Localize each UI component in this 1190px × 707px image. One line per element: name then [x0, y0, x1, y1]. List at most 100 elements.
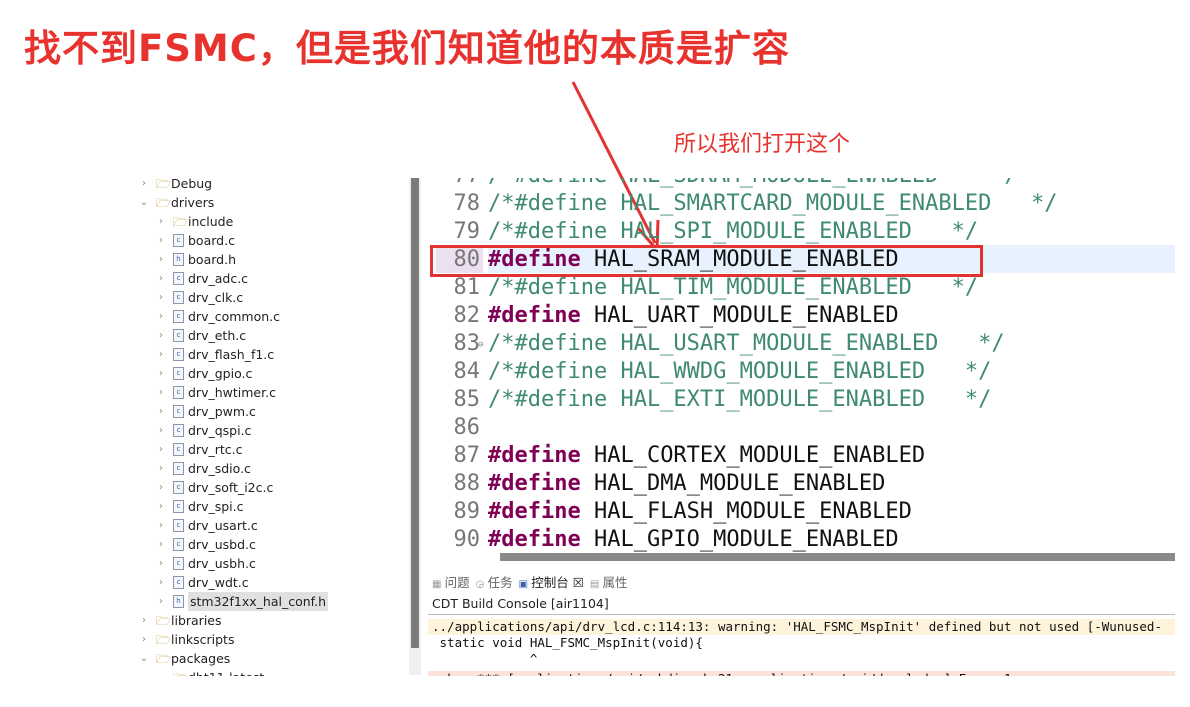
- chevron-right-icon[interactable]: ›: [155, 516, 167, 535]
- code-line[interactable]: /*#define HAL_SPI_MODULE_ENABLED */: [488, 218, 978, 246]
- tree-item[interactable]: › c drv_gpio.c: [155, 364, 252, 383]
- line-number: 83: [453, 331, 481, 356]
- chevron-right-icon[interactable]: ›: [155, 554, 167, 573]
- tree-item[interactable]: › 🗁 include: [155, 212, 233, 231]
- chevron-right-icon[interactable]: ›: [155, 497, 167, 516]
- editor-horizontal-scrollbar[interactable]: [500, 553, 1175, 561]
- tree-item[interactable]: ⌄ 🗁 drivers: [138, 193, 215, 212]
- code-line[interactable]: #define HAL_UART_MODULE_ENABLED: [488, 302, 899, 330]
- chevron-right-icon[interactable]: ›: [155, 440, 167, 459]
- tree-item[interactable]: › 🗁 libraries: [138, 611, 222, 630]
- chevron-right-icon[interactable]: ›: [155, 231, 167, 250]
- tree-item[interactable]: › c drv_qspi.c: [155, 421, 251, 440]
- chevron-down-icon[interactable]: ⌄: [138, 193, 150, 212]
- chevron-right-icon[interactable]: ›: [155, 402, 167, 421]
- line-number: 89: [453, 499, 481, 524]
- code-line[interactable]: #define HAL_FLASH_MODULE_ENABLED: [488, 498, 912, 526]
- tree-item[interactable]: › c drv_usart.c: [155, 516, 258, 535]
- tree-item-label: board.h: [188, 252, 236, 267]
- code-line[interactable]: #define HAL_GPIO_MODULE_ENABLED: [488, 526, 899, 554]
- chevron-right-icon[interactable]: ›: [138, 174, 150, 193]
- chevron-right-icon[interactable]: ›: [155, 478, 167, 497]
- line-number: 78: [453, 191, 481, 216]
- tree-item-label: board.c: [188, 233, 235, 248]
- tree-item[interactable]: ⌄ 🗁dht11-latest: [155, 668, 265, 676]
- tree-item-label: drv_usart.c: [188, 518, 258, 533]
- tree-item[interactable]: › c drv_soft_i2c.c: [155, 478, 273, 497]
- tree-item[interactable]: › c drv_spi.c: [155, 497, 244, 516]
- c-file-icon: c: [173, 462, 184, 475]
- annotation-highlight-box: [430, 245, 983, 277]
- line-number: 90: [453, 527, 481, 552]
- chevron-right-icon[interactable]: ›: [155, 307, 167, 326]
- code-line[interactable]: #define HAL_DMA_MODULE_ENABLED: [488, 470, 885, 498]
- code-line[interactable]: /*#define HAL_SDRAM_MODULE_ENABLED */: [488, 178, 1018, 190]
- code-text: /*#define HAL_WWDG_MODULE_ENABLED */: [488, 359, 992, 384]
- folder-icon: 🗁: [156, 195, 171, 210]
- chevron-down-icon[interactable]: ⌄: [138, 649, 150, 668]
- tab-console[interactable]: ▣ 控制台 ☒: [519, 572, 584, 594]
- chevron-right-icon[interactable]: ›: [155, 535, 167, 554]
- chevron-right-icon[interactable]: ›: [155, 383, 167, 402]
- chevron-right-icon[interactable]: ›: [155, 288, 167, 307]
- code-text: HAL_FLASH_MODULE_ENABLED: [580, 499, 912, 524]
- chevron-right-icon[interactable]: ›: [155, 212, 167, 231]
- tree-item[interactable]: › c drv_clk.c: [155, 288, 243, 307]
- code-line[interactable]: /*#define HAL_TIM_MODULE_ENABLED */: [488, 274, 978, 302]
- tree-item[interactable]: › c drv_pwm.c: [155, 402, 256, 421]
- c-file-icon: c: [173, 538, 184, 551]
- chevron-right-icon[interactable]: ›: [155, 250, 167, 269]
- code-line[interactable]: /*#define HAL_SMARTCARD_MODULE_ENABLED *…: [488, 190, 1058, 218]
- chevron-right-icon[interactable]: ›: [138, 630, 150, 649]
- c-file-icon: c: [173, 557, 184, 570]
- tree-item[interactable]: › c drv_wdt.c: [155, 573, 249, 592]
- chevron-right-icon[interactable]: ›: [155, 345, 167, 364]
- c-file-icon: c: [173, 500, 184, 513]
- code-editor[interactable]: 77 /*#define HAL_SDRAM_MODULE_ENABLED */ 7…: [428, 178, 1175, 556]
- tree-item[interactable]: › c board.c: [155, 231, 235, 250]
- tree-item[interactable]: ⌄ 🗁 packages: [138, 649, 231, 668]
- fold-icon[interactable]: ⊖: [478, 340, 483, 350]
- tree-item[interactable]: › c drv_usbh.c: [155, 554, 256, 573]
- console-line: static void HAL_FSMC_MspInit(void){: [432, 635, 703, 650]
- chevron-right-icon[interactable]: ›: [155, 269, 167, 288]
- c-file-icon: c: [173, 291, 184, 304]
- code-text: HAL_CORTEX_MODULE_ENABLED: [580, 443, 926, 468]
- tab-problems[interactable]: ▦ 问题: [432, 572, 470, 594]
- tree-item[interactable]: › c drv_flash_f1.c: [155, 345, 274, 364]
- tree-item-label: drivers: [171, 195, 215, 210]
- code-line[interactable]: #define HAL_CORTEX_MODULE_ENABLED: [488, 442, 925, 470]
- chevron-right-icon[interactable]: ›: [138, 611, 150, 630]
- chevron-down-icon[interactable]: ⌄: [155, 668, 167, 676]
- code-line[interactable]: /*#define HAL_EXTI_MODULE_ENABLED */: [488, 386, 991, 414]
- properties-icon: ▤: [589, 579, 603, 590]
- tree-item[interactable]: › c drv_common.c: [155, 307, 280, 326]
- tree-item[interactable]: › c drv_sdio.c: [155, 459, 251, 478]
- chevron-right-icon[interactable]: ›: [155, 421, 167, 440]
- preprocessor-keyword: #define: [488, 527, 581, 552]
- tree-item[interactable]: › h stm32f1xx_hal_conf.h: [155, 592, 329, 611]
- tree-item[interactable]: › c drv_hwtimer.c: [155, 383, 276, 402]
- tree-item[interactable]: › 🗁 linkscripts: [138, 630, 234, 649]
- tree-scrollbar-thumb[interactable]: [411, 178, 419, 648]
- tab-tasks[interactable]: ◶ 任务: [476, 572, 513, 594]
- line-number: 87: [453, 443, 481, 468]
- code-text: HAL_UART_MODULE_ENABLED: [580, 303, 899, 328]
- console-panel: ▦ 问题 ◶ 任务 ▣ 控制台 ☒ ▤ 属性 CDT Build Console [a…: [428, 572, 1175, 676]
- chevron-right-icon[interactable]: ›: [155, 592, 167, 611]
- code-line[interactable]: /*#define HAL_WWDG_MODULE_ENABLED */: [488, 358, 991, 386]
- tab-properties[interactable]: ▤ 属性: [590, 572, 628, 594]
- tree-item[interactable]: › 🗁 Debug: [138, 174, 212, 193]
- chevron-right-icon[interactable]: ›: [155, 326, 167, 345]
- console-title: CDT Build Console [air1104]: [428, 594, 1175, 615]
- chevron-right-icon[interactable]: ›: [155, 573, 167, 592]
- tree-item[interactable]: › c drv_adc.c: [155, 269, 248, 288]
- chevron-right-icon[interactable]: ›: [155, 459, 167, 478]
- tree-item[interactable]: › c drv_usbd.c: [155, 535, 256, 554]
- tree-item[interactable]: › c drv_rtc.c: [155, 440, 242, 459]
- code-line[interactable]: /*#define HAL_USART_MODULE_ENABLED */: [488, 330, 1005, 358]
- chevron-right-icon[interactable]: ›: [155, 364, 167, 383]
- tree-item-label: drv_pwm.c: [188, 404, 256, 419]
- tree-item[interactable]: › c drv_eth.c: [155, 326, 246, 345]
- tree-item[interactable]: › h board.h: [155, 250, 236, 269]
